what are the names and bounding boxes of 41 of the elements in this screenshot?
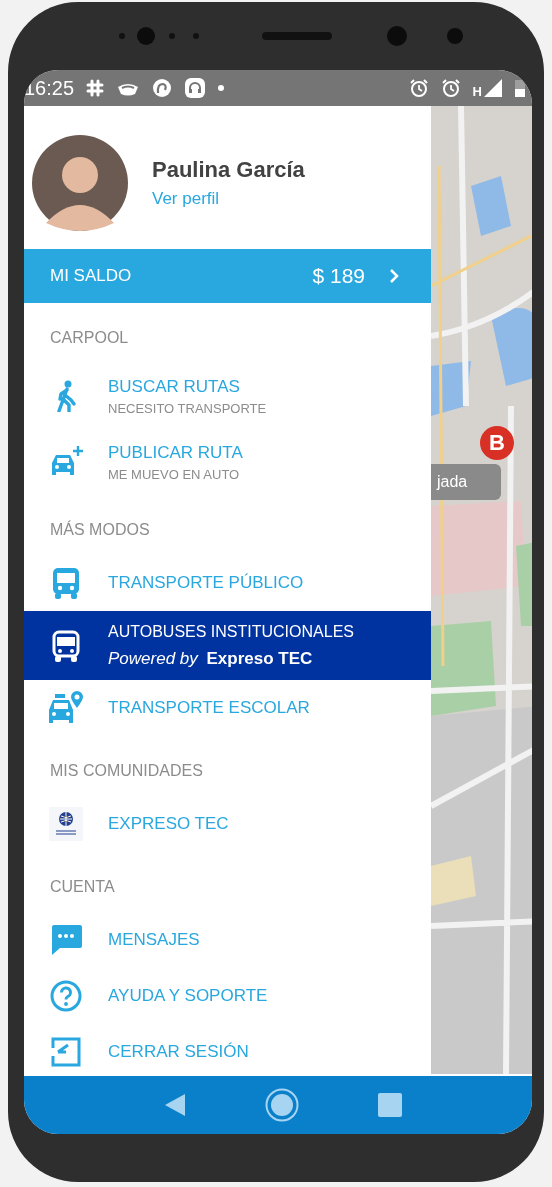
battery-icon (514, 78, 526, 98)
help-icon (50, 980, 82, 1012)
walking-person-icon (55, 380, 77, 412)
home-icon[interactable] (265, 1088, 299, 1122)
section-heading: MÁS MODOS (49, 519, 151, 540)
user-name: Paulina García (152, 156, 305, 183)
dot-icon (218, 85, 225, 91)
back-icon[interactable] (163, 1093, 186, 1117)
signal-icon (484, 79, 502, 97)
balance-bar[interactable]: MI SALDO $ 189 (24, 249, 431, 303)
menu-item[interactable]: TRANSPORTE ESCOLAR (24, 680, 431, 736)
profile-link[interactable]: Ver perfil (152, 188, 305, 209)
alarm-icon (440, 78, 461, 98)
menu-item[interactable]: MENSAJES (24, 912, 431, 968)
menu-item[interactable]: TRANSPORTE PÚBLICO (24, 555, 431, 611)
section-heading: CUENTA (49, 877, 116, 897)
network-type: H (472, 83, 482, 99)
section-heading: CARPOOL (49, 328, 130, 348)
chat-bubble-icon (50, 924, 82, 956)
taxi-pin-icon (47, 690, 85, 726)
menu-item[interactable]: CERRAR SESIÓN (24, 1024, 431, 1076)
alarm-icon (408, 78, 429, 98)
map-label-chip: jada (431, 464, 501, 500)
menu-item[interactable]: AYUDA Y SOPORTE (24, 968, 431, 1024)
emblem-icon (49, 807, 83, 841)
chevron-right-icon (389, 268, 399, 284)
menu-item[interactable]: PUBLICAR RUTA ME MUEVO EN AUTO (24, 429, 431, 495)
menu-item[interactable]: EXPRESO TEC (24, 796, 431, 852)
hash-icon (86, 79, 105, 97)
avatar-icon (32, 134, 128, 231)
headphones-icon (184, 77, 207, 99)
swirl-icon (152, 78, 173, 98)
balance-label: MI SALDO (50, 266, 133, 286)
logout-icon (50, 1036, 82, 1068)
bus-icon (52, 567, 80, 599)
menu-item[interactable]: AUTOBUSES INSTITUCIONALES Powered by Expreso TEC (24, 611, 431, 680)
recents-icon[interactable] (378, 1093, 403, 1117)
bus-icon (52, 629, 80, 662)
balance-amount: $ 189 (312, 264, 365, 288)
section-heading: MIS COMUNIDADES (49, 761, 204, 781)
menu-item[interactable]: BUSCAR RUTAS NECESITO TRANSPORTE (24, 363, 431, 429)
